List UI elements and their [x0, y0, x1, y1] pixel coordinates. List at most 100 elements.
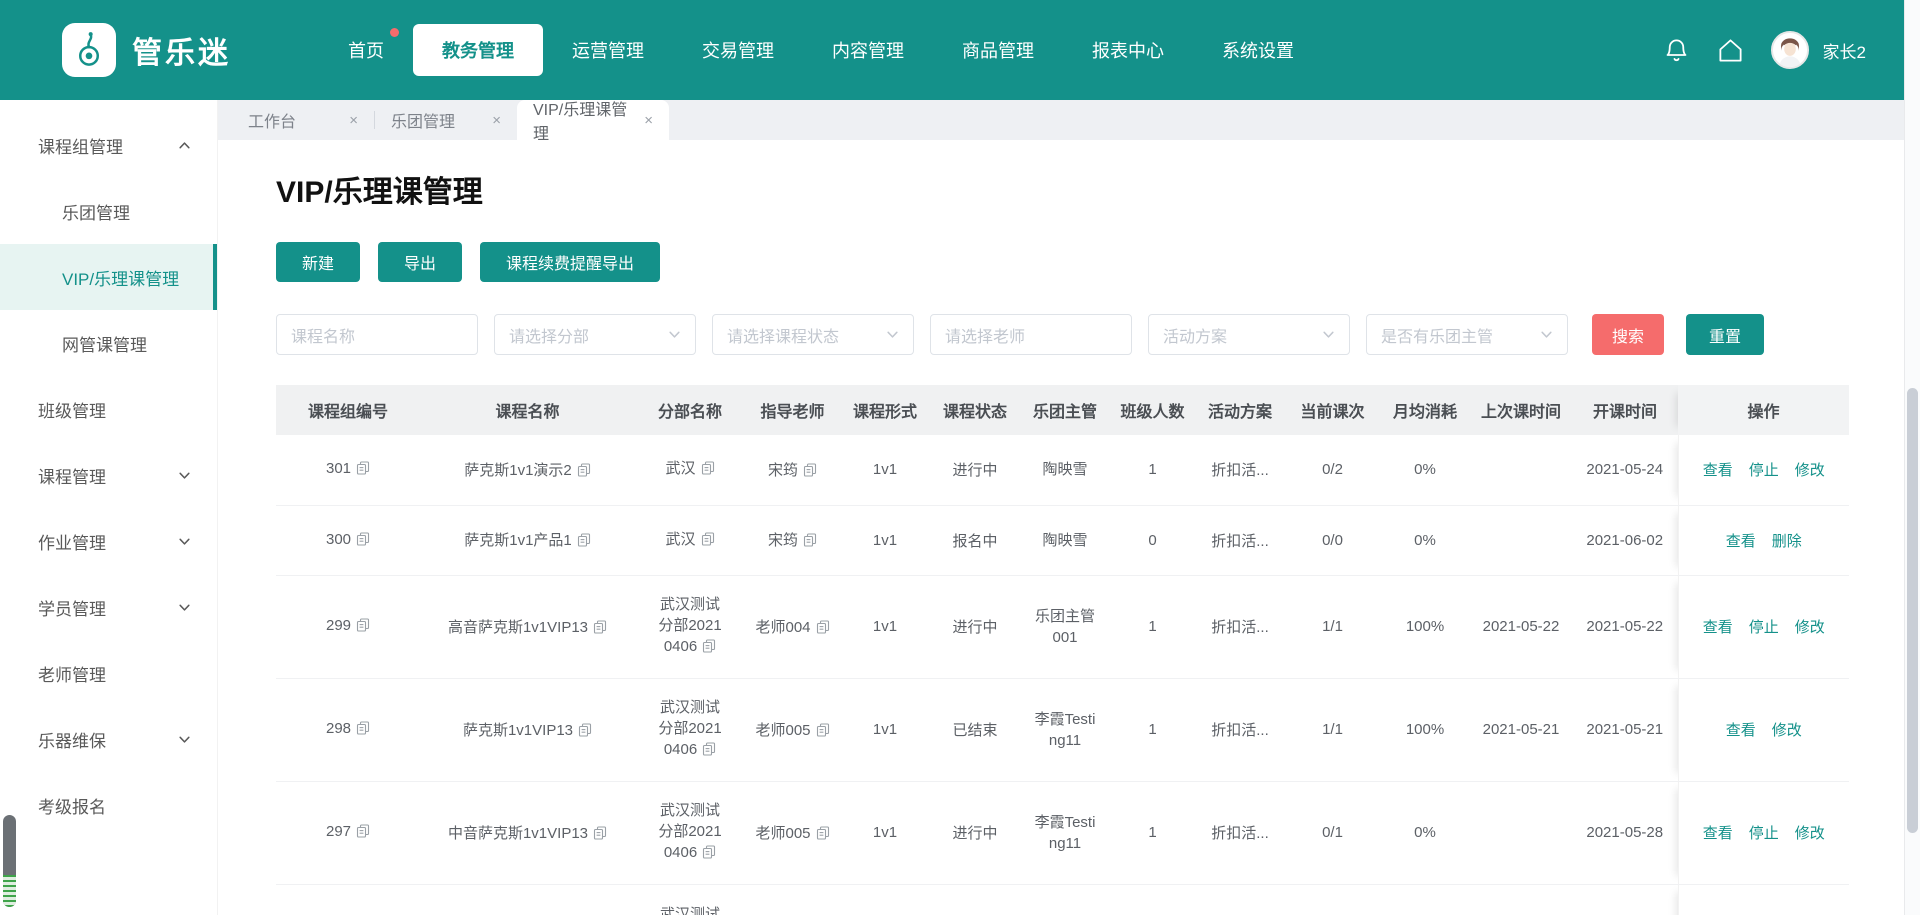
nav-item[interactable]: 教务管理	[413, 24, 543, 76]
nav-item[interactable]: 系统设置	[1193, 24, 1323, 76]
brand-logo[interactable]: 管乐迷	[62, 23, 231, 77]
cell-class-size: 1	[1110, 678, 1195, 781]
sidebar-item[interactable]: 考级报名	[0, 772, 217, 838]
nav-item[interactable]: 商品管理	[933, 24, 1063, 76]
sidebar-item[interactable]: 乐团管理	[0, 178, 217, 244]
copy-icon[interactable]	[593, 827, 607, 844]
cell-start-time: 2021-05-21	[1572, 678, 1678, 781]
action-link[interactable]: 删除	[1772, 533, 1802, 550]
action-link[interactable]: 修改	[1795, 825, 1825, 842]
sidebar-item[interactable]: 学员管理	[0, 574, 217, 640]
action-link[interactable]: 查看	[1703, 462, 1733, 479]
left-scrollbar[interactable]	[3, 815, 16, 907]
cell-text: 2021-05-21	[1586, 721, 1663, 738]
nav-item[interactable]: 运营管理	[543, 24, 673, 76]
cell-course-group-id: 297	[276, 781, 420, 884]
copy-icon[interactable]	[593, 621, 607, 638]
filter-input[interactable]: 课程名称	[276, 314, 478, 355]
copy-icon[interactable]	[702, 743, 716, 760]
sidebar-item[interactable]: VIP/乐理课管理	[0, 244, 217, 310]
copy-icon[interactable]	[577, 534, 591, 551]
copy-icon[interactable]	[702, 640, 716, 657]
copy-icon[interactable]	[356, 533, 370, 550]
column-header: 课程名称	[420, 385, 635, 435]
copy-icon[interactable]	[578, 724, 592, 741]
close-icon[interactable]: ×	[492, 112, 501, 129]
action-link[interactable]: 停止	[1749, 619, 1779, 636]
sidebar-item[interactable]: 课程管理	[0, 442, 217, 508]
action-link[interactable]: 停止	[1749, 825, 1779, 842]
copy-icon[interactable]	[816, 724, 830, 741]
sidebar-item[interactable]: 课程组管理	[0, 112, 217, 178]
search-button[interactable]: 搜索	[1592, 314, 1664, 355]
cell-text: 萨克斯1v1产品1	[464, 532, 572, 549]
sidebar-item[interactable]: 班级管理	[0, 376, 217, 442]
sidebar-item-label: 作业管理	[38, 529, 106, 554]
cell-text: 1v1	[873, 824, 897, 841]
cell-actions: 查看停止修改	[1678, 575, 1849, 678]
cell-start-time: 2021-05-24	[1572, 435, 1678, 505]
copy-icon[interactable]	[702, 846, 716, 863]
sidebar-item[interactable]: 作业管理	[0, 508, 217, 574]
sidebar-item[interactable]: 乐器维保	[0, 706, 217, 772]
cell-text: 萨克斯1v1VIP13	[463, 722, 573, 739]
scrollbar-thumb[interactable]	[1907, 388, 1918, 833]
bell-icon[interactable]	[1663, 36, 1691, 64]
close-icon[interactable]: ×	[349, 112, 358, 129]
nav-item[interactable]: 报表中心	[1063, 24, 1193, 76]
toolbar-button[interactable]: 新建	[276, 242, 360, 282]
toolbar-button[interactable]: 课程续费提醒导出	[480, 242, 660, 282]
cell-text: 301	[326, 460, 351, 477]
nav-item[interactable]: 交易管理	[673, 24, 803, 76]
copy-icon[interactable]	[577, 464, 591, 481]
cell-text: 高音萨克斯1v1VIP13	[448, 619, 588, 636]
toolbar-button[interactable]: 导出	[378, 242, 462, 282]
reset-button[interactable]: 重置	[1686, 314, 1764, 355]
cell-activity-plan: 折扣活...	[1195, 781, 1285, 884]
username[interactable]: 家长2	[1823, 38, 1866, 63]
copy-icon[interactable]	[803, 534, 817, 551]
filter-select[interactable]: 请选择分部	[494, 314, 696, 355]
cell-text: 武汉测试分部20210406	[657, 594, 723, 659]
nav-item[interactable]: 首页	[319, 24, 413, 76]
close-icon[interactable]: ×	[644, 112, 653, 129]
cell-current-lesson: 0/1	[1285, 781, 1380, 884]
tab[interactable]: VIP/乐理课管理×	[517, 100, 669, 140]
vertical-scrollbar[interactable]	[1904, 0, 1920, 915]
copy-icon[interactable]	[803, 464, 817, 481]
action-buttons: 新建导出课程续费提醒导出	[276, 242, 1920, 282]
action-link[interactable]: 修改	[1795, 619, 1825, 636]
copy-icon[interactable]	[356, 722, 370, 739]
copy-icon[interactable]	[816, 621, 830, 638]
sidebar-item[interactable]: 网管课管理	[0, 310, 217, 376]
action-link[interactable]: 停止	[1749, 462, 1779, 479]
copy-icon[interactable]	[701, 533, 715, 550]
sidebar-item[interactable]: 老师管理	[0, 640, 217, 706]
action-link[interactable]: 查看	[1703, 825, 1733, 842]
column-header: 课程形式	[840, 385, 930, 435]
cell-course-status: 进行中	[930, 575, 1020, 678]
action-link[interactable]: 查看	[1726, 533, 1756, 550]
nav-item[interactable]: 内容管理	[803, 24, 933, 76]
copy-icon[interactable]	[816, 827, 830, 844]
copy-icon[interactable]	[356, 462, 370, 479]
copy-icon[interactable]	[356, 825, 370, 842]
filter-select[interactable]: 活动方案	[1148, 314, 1350, 355]
tab[interactable]: 乐团管理×	[375, 100, 517, 140]
action-link[interactable]: 查看	[1726, 722, 1756, 739]
home-icon[interactable]	[1717, 36, 1745, 64]
action-link[interactable]: 修改	[1772, 722, 1802, 739]
cell-manager: 乐团主管001	[1020, 575, 1110, 678]
action-link[interactable]: 查看	[1703, 619, 1733, 636]
user-avatar[interactable]	[1771, 31, 1809, 69]
filter-select[interactable]: 是否有乐团主管	[1366, 314, 1568, 355]
cell-manager: 李霞Testing11	[1020, 884, 1110, 915]
copy-icon[interactable]	[356, 619, 370, 636]
cell-course-form: 1v1	[840, 678, 930, 781]
copy-icon[interactable]	[701, 462, 715, 479]
filter-input[interactable]: 请选择老师	[930, 314, 1132, 355]
filter-select[interactable]: 请选择课程状态	[712, 314, 914, 355]
tab[interactable]: 工作台×	[232, 100, 374, 140]
cell-branch-name: 武汉	[635, 505, 745, 575]
action-link[interactable]: 修改	[1795, 462, 1825, 479]
